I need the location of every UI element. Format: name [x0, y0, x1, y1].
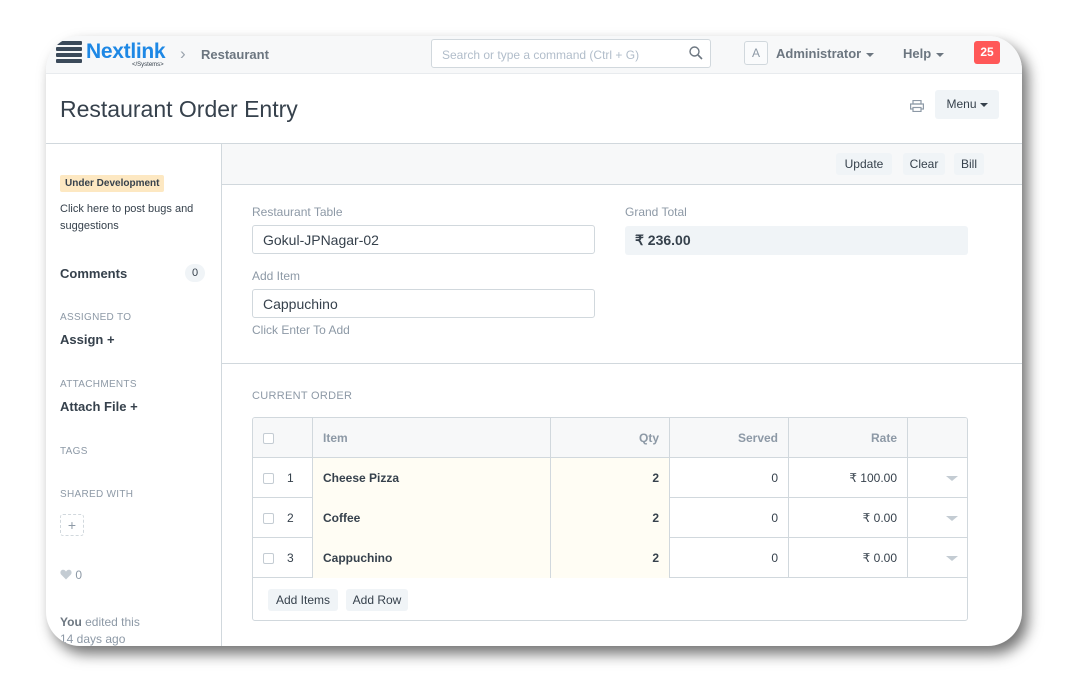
add-items-button[interactable]: Add Items [268, 589, 338, 611]
breadcrumb-chevron-icon: › [180, 44, 186, 63]
sidebar: Under Development Click here to post bug… [46, 144, 222, 646]
shared-with-label: SHARED WITH [60, 489, 134, 500]
assign-button[interactable]: Assign + [60, 332, 115, 347]
row-rate[interactable]: ₹ 0.00 [789, 538, 908, 578]
print-icon[interactable] [910, 100, 924, 112]
row-index: 1 [287, 471, 294, 485]
add-item-hint: Click Enter To Add [252, 323, 350, 337]
avatar[interactable]: A [744, 41, 768, 65]
row-item[interactable]: Cappuchino [313, 538, 551, 578]
notification-badge[interactable]: 25 [974, 41, 1000, 64]
comments-label[interactable]: Comments [60, 266, 127, 281]
column-served: Served [670, 418, 789, 458]
search-placeholder: Search or type a command (Ctrl + G) [442, 48, 640, 62]
action-bar: Update Clear Bill [222, 144, 1022, 185]
likes-count: 0 [75, 568, 83, 582]
update-button[interactable]: Update [836, 153, 892, 175]
add-row-button[interactable]: Add Row [346, 589, 408, 611]
grand-total-value: ₹ 236.00 [625, 226, 968, 255]
help-label: Help [903, 46, 932, 61]
row-checkbox[interactable] [263, 473, 274, 484]
row-qty[interactable]: 2 [551, 498, 670, 538]
column-item: Item [313, 418, 551, 458]
caret-down-icon [979, 102, 988, 107]
current-order-label: CURRENT ORDER [252, 390, 353, 402]
row-rate[interactable]: ₹ 0.00 [789, 498, 908, 538]
table-header: Item Qty Served Rate [253, 418, 967, 458]
edited-text: edited this [85, 615, 140, 629]
add-item-field[interactable]: Cappuchino [252, 289, 595, 318]
row-select-cell: 1 [253, 458, 313, 498]
attach-file-button[interactable]: Attach File + [60, 399, 138, 414]
menu-label: Menu [946, 97, 977, 111]
row-checkbox[interactable] [263, 513, 274, 524]
table-row[interactable]: 2 Coffee 2 0 ₹ 0.00 [253, 498, 967, 538]
row-checkbox[interactable] [263, 553, 274, 564]
row-select-cell: 3 [253, 538, 313, 578]
tags-label[interactable]: TAGS [60, 446, 88, 457]
add-share-button[interactable]: + [60, 514, 84, 536]
select-all-cell [253, 418, 313, 458]
report-bug-link[interactable]: Click here to post bugs and suggestions [60, 201, 210, 235]
table-row[interactable]: 1 Cheese Pizza 2 0 ₹ 100.00 [253, 458, 967, 498]
brand-subtitle: </Systems> [132, 62, 164, 68]
row-served[interactable]: 0 [670, 538, 789, 578]
row-item[interactable]: Cheese Pizza [313, 458, 551, 498]
attachments-label: ATTACHMENTS [60, 379, 137, 390]
last-edited: You edited this 14 days ago [60, 614, 140, 646]
table-row[interactable]: 3 Cappuchino 2 0 ₹ 0.00 [253, 538, 967, 578]
row-edit-cell[interactable] [908, 458, 967, 498]
menu-button[interactable]: Menu [935, 90, 999, 119]
page-title: Restaurant Order Entry [60, 96, 298, 122]
column-actions [908, 418, 967, 458]
section-divider [222, 363, 1022, 364]
navbar: Nextlink </Systems> › Restaurant Search … [46, 36, 1022, 74]
breadcrumb-restaurant[interactable]: Restaurant [201, 47, 269, 62]
logo-icon[interactable] [56, 41, 82, 65]
user-name: Administrator [776, 46, 862, 61]
row-expand-icon[interactable] [946, 476, 958, 481]
row-qty[interactable]: 2 [551, 538, 670, 578]
comments-count: 0 [185, 264, 205, 282]
row-edit-cell[interactable] [908, 538, 967, 578]
user-menu[interactable]: Administrator [776, 46, 875, 61]
help-menu[interactable]: Help [903, 46, 945, 61]
row-qty[interactable]: 2 [551, 458, 670, 498]
bill-button[interactable]: Bill [954, 153, 984, 175]
add-item-label: Add Item [252, 269, 301, 283]
table-footer: Add Items Add Row [253, 578, 967, 620]
assigned-to-label: ASSIGNED TO [60, 312, 132, 323]
row-index: 2 [287, 511, 294, 525]
caret-down-icon [936, 52, 945, 57]
row-item[interactable]: Coffee [313, 498, 551, 538]
row-rate[interactable]: ₹ 100.00 [789, 458, 908, 498]
edited-by: You [60, 615, 82, 629]
status-badge: Under Development [60, 175, 165, 192]
like-button[interactable]: 0 [60, 568, 82, 582]
row-served[interactable]: 0 [670, 458, 789, 498]
search-input[interactable]: Search or type a command (Ctrl + G) [431, 39, 711, 68]
caret-down-icon [866, 52, 875, 57]
row-index: 3 [287, 551, 294, 565]
heart-icon [60, 569, 72, 580]
select-all-checkbox[interactable] [263, 433, 274, 444]
main-content: Update Clear Bill Restaurant Table Gokul… [222, 144, 1022, 646]
row-expand-icon[interactable] [946, 516, 958, 521]
order-table: Item Qty Served Rate 1 Cheese Pizza 2 0 … [252, 417, 968, 621]
column-rate: Rate [789, 418, 908, 458]
app-window: Nextlink </Systems> › Restaurant Search … [46, 36, 1022, 646]
row-served[interactable]: 0 [670, 498, 789, 538]
restaurant-table-label: Restaurant Table [252, 205, 343, 219]
search-icon [689, 46, 703, 60]
row-select-cell: 2 [253, 498, 313, 538]
restaurant-table-field[interactable]: Gokul-JPNagar-02 [252, 225, 595, 254]
brand-logo[interactable]: Nextlink [86, 40, 166, 64]
grand-total-label: Grand Total [625, 205, 687, 219]
clear-button[interactable]: Clear [903, 153, 945, 175]
row-expand-icon[interactable] [946, 556, 958, 561]
column-qty: Qty [551, 418, 670, 458]
row-edit-cell[interactable] [908, 498, 967, 538]
page-header: Restaurant Order Entry Menu [46, 74, 1022, 144]
edited-when: 14 days ago [60, 632, 126, 646]
